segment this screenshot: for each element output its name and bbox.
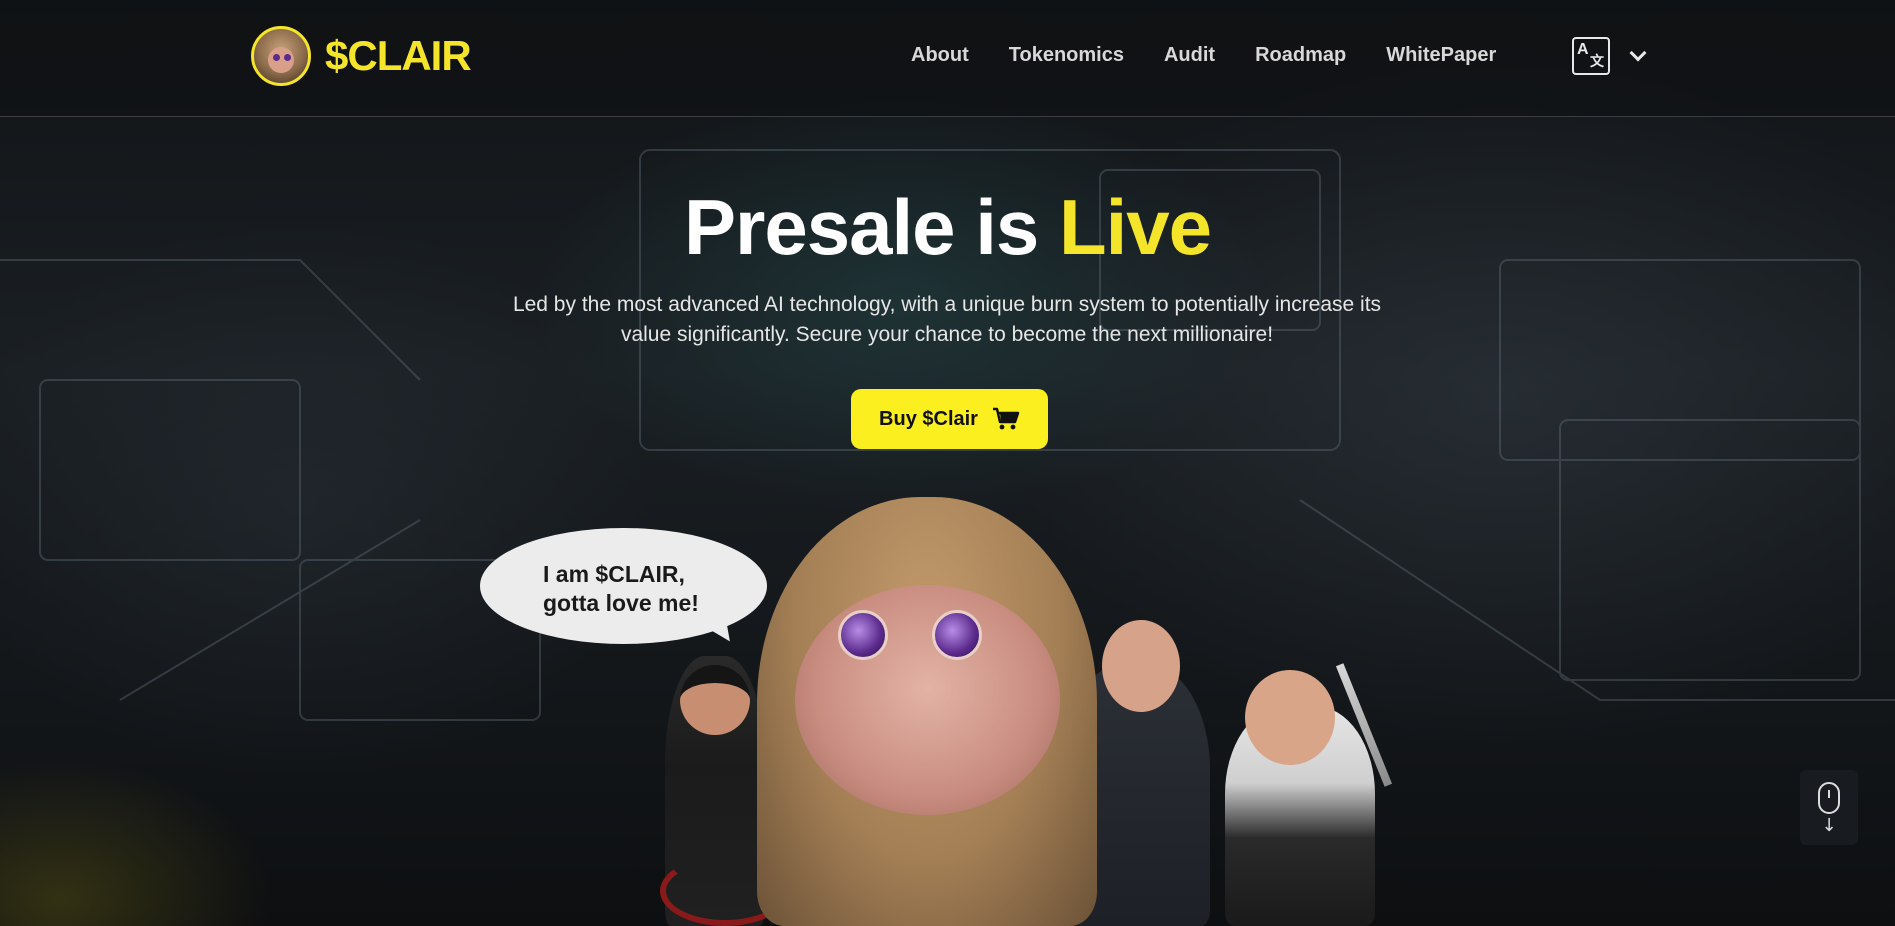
sword-man-head (1245, 670, 1335, 765)
hero-title: Presale is Live (0, 182, 1895, 273)
main-nav: About Tokenomics Audit Roadmap WhitePape… (911, 44, 1496, 67)
hero-title-prefix: Presale is (683, 183, 1039, 271)
nav-about[interactable]: About (911, 44, 969, 67)
cart-icon (992, 407, 1020, 430)
logo-text: $CLAIR (325, 32, 472, 79)
chevron-down-icon[interactable] (1629, 44, 1647, 62)
buy-clair-button[interactable]: Buy $Clair (851, 389, 1048, 449)
scroll-down-indicator[interactable]: ↓ (1800, 770, 1858, 845)
nav-tokenomics[interactable]: Tokenomics (1009, 44, 1124, 67)
logo[interactable]: $CLAIR (251, 26, 472, 86)
clair-left-eye (838, 610, 888, 660)
language-selector[interactable]: A文 (1572, 37, 1647, 75)
mouse-scroll-icon (1818, 781, 1840, 814)
translate-icon[interactable]: A文 (1572, 37, 1610, 75)
mascot-characters-illustration (650, 490, 1410, 926)
site-header: $CLAIR About Tokenomics Audit Roadmap Wh… (0, 0, 1895, 117)
nav-roadmap[interactable]: Roadmap (1255, 44, 1346, 67)
nav-whitepaper[interactable]: WhitePaper (1386, 44, 1496, 67)
hero-title-highlight: Live (1058, 183, 1212, 271)
clair-right-eye (932, 610, 982, 660)
suited-man-head (1102, 620, 1180, 712)
buy-button-label: Buy $Clair (879, 407, 978, 430)
kid-head (680, 665, 750, 735)
clair-face (795, 585, 1060, 815)
nav-audit[interactable]: Audit (1164, 44, 1215, 67)
arrow-down-icon: ↓ (1821, 814, 1837, 836)
hero-subtitle: Led by the most advanced AI technology, … (512, 293, 1382, 346)
clair-avatar-logo (251, 26, 311, 86)
